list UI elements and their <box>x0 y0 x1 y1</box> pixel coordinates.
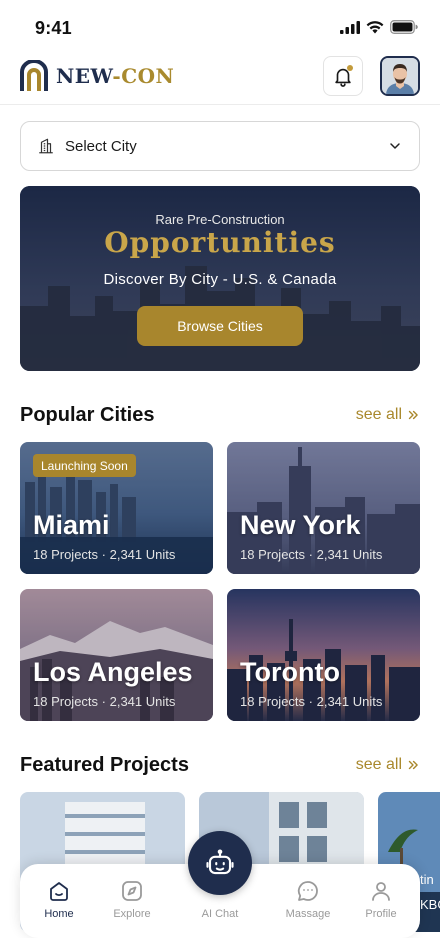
city-name: Toronto <box>240 657 340 687</box>
brand-name: NEW-CON <box>56 64 174 88</box>
city-units: 2,341 Units <box>109 547 176 562</box>
project-subtitle-peek: KBC <box>420 897 440 912</box>
city-name: New York <box>240 510 361 540</box>
city-card-miami[interactable]: Launching Soon Miami 18 Projects · 2,341… <box>20 442 213 574</box>
tab-explore[interactable]: Explore <box>102 878 162 920</box>
featured-projects-title: Featured Projects <box>20 754 189 776</box>
see-all-label: see all <box>355 406 402 423</box>
city-projects: 18 Projects <box>240 547 306 562</box>
compass-icon <box>122 881 142 901</box>
hero-subtitle: Rare Pre-Construction <box>155 212 285 227</box>
see-all-label: see all <box>355 756 402 773</box>
hero-description: Discover By City - U.S. & Canada <box>103 271 337 288</box>
status-time: 9:41 <box>35 18 72 38</box>
city-card-new-york[interactable]: New York 18 Projects · 2,341 Units <box>227 442 420 574</box>
ai-chat-button[interactable] <box>188 831 252 895</box>
brand-logo[interactable]: NEW-CON <box>20 60 174 92</box>
chevron-down-icon <box>390 143 400 149</box>
hero-title: Opportunities <box>104 226 336 259</box>
battery-icon <box>390 20 418 34</box>
status-bar: 9:41 <box>0 0 440 52</box>
hero-content: Rare Pre-Construction Opportunities Disc… <box>20 186 420 371</box>
tab-home[interactable]: Home <box>29 878 89 920</box>
avatar-photo <box>382 58 418 94</box>
city-projects: 18 Projects <box>33 694 99 709</box>
popular-cities-title: Popular Cities <box>20 404 155 426</box>
city-stats: 18 Projects · 2,341 Units <box>240 547 383 562</box>
user-icon <box>372 882 390 901</box>
building-icon <box>39 138 53 154</box>
city-name: Los Angeles <box>33 657 193 687</box>
launching-soon-badge: Launching Soon <box>33 454 136 477</box>
tab-massage[interactable]: Massage <box>278 878 338 920</box>
robot-icon <box>206 849 234 875</box>
double-chevron-right-icon <box>408 760 418 770</box>
header-divider <box>0 104 440 105</box>
brand-name-part2: CON <box>121 64 175 88</box>
city-stats: 18 Projects · 2,341 Units <box>33 694 176 709</box>
notification-dot <box>347 65 353 71</box>
chat-icon <box>297 881 318 901</box>
city-projects: 18 Projects <box>33 547 99 562</box>
city-projects: 18 Projects <box>240 694 306 709</box>
signal-icon <box>340 20 360 34</box>
city-units: 2,341 Units <box>109 694 176 709</box>
app-header: NEW-CON <box>0 52 440 104</box>
city-card-toronto[interactable]: Toronto 18 Projects · 2,341 Units <box>227 589 420 721</box>
tab-label: Massage <box>285 908 331 920</box>
avatar[interactable] <box>380 56 420 96</box>
tab-profile[interactable]: Profile <box>351 878 411 920</box>
city-units: 2,341 Units <box>316 694 383 709</box>
double-chevron-right-icon <box>408 410 418 420</box>
city-name: Miami <box>33 510 110 540</box>
notifications-button[interactable] <box>323 56 363 96</box>
city-select[interactable]: Select City <box>20 121 420 171</box>
hero-banner: Rare Pre-Construction Opportunities Disc… <box>20 186 420 371</box>
tab-label: AI Chat <box>201 908 239 920</box>
home-icon <box>50 882 68 901</box>
tab-label: Home <box>44 908 74 920</box>
city-select-label: Select City <box>65 137 137 155</box>
brand-name-part1: NEW <box>56 64 113 88</box>
popular-cities-see-all[interactable]: see all <box>356 406 420 424</box>
tab-label: Profile <box>365 908 397 920</box>
project-title-peek: tin <box>420 872 434 887</box>
featured-projects-see-all[interactable]: see all <box>356 756 420 774</box>
city-card-los-angeles[interactable]: Los Angeles 18 Projects · 2,341 Units <box>20 589 213 721</box>
wifi-icon <box>366 20 384 33</box>
system-icons <box>340 20 418 34</box>
brand-name-sep: - <box>112 64 122 88</box>
tab-label: Explore <box>113 908 151 920</box>
logo-mark-icon <box>20 60 48 91</box>
browse-cities-button[interactable]: Browse Cities <box>137 306 303 346</box>
home-indicator-area <box>0 938 440 945</box>
city-units: 2,341 Units <box>316 547 383 562</box>
city-stats: 18 Projects · 2,341 Units <box>240 694 383 709</box>
city-stats: 18 Projects · 2,341 Units <box>33 547 176 562</box>
